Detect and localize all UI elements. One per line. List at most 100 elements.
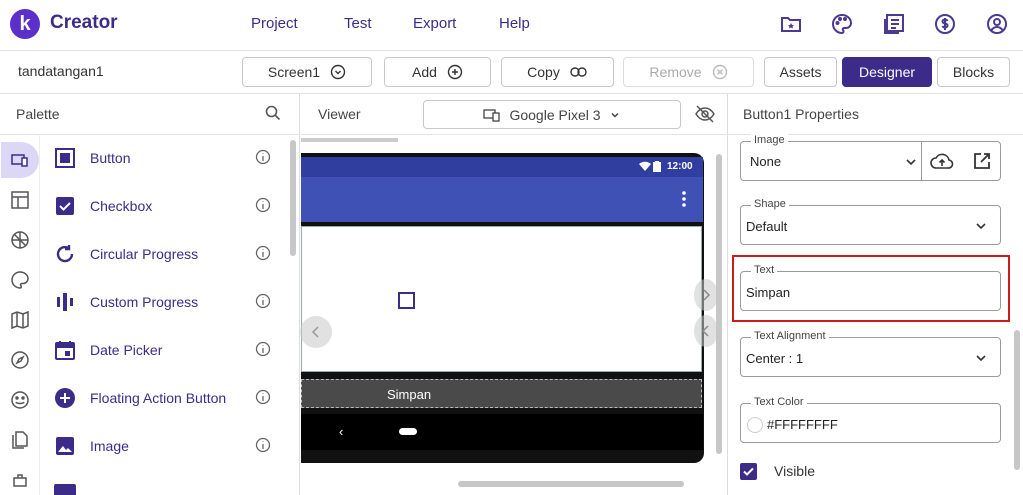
cloud-upload-icon[interactable] xyxy=(930,152,954,170)
palette-item-label: Image xyxy=(90,438,129,454)
blocks-button[interactable]: Blocks xyxy=(937,57,1010,87)
close-circle-icon xyxy=(712,64,728,80)
image-value: None xyxy=(750,154,782,169)
chevron-down-icon xyxy=(609,109,621,121)
text-color-field[interactable]: Text Color #FFFFFFFF xyxy=(740,396,1001,443)
assets-button[interactable]: Assets xyxy=(764,57,837,87)
visible-label: Visible xyxy=(774,463,815,479)
palette-item-floating-action-button[interactable]: Floating Action Button xyxy=(54,385,226,411)
palette-item-label: Button xyxy=(90,150,131,166)
menu-project[interactable]: Project xyxy=(251,15,298,32)
menu-help[interactable]: Help xyxy=(499,15,530,32)
palette-icon[interactable] xyxy=(830,12,854,36)
custom-progress-icon xyxy=(54,291,76,313)
palette-scrollbar[interactable] xyxy=(290,140,296,256)
open-external-icon[interactable] xyxy=(973,152,991,170)
viewer-vertical-scrollbar[interactable] xyxy=(716,154,722,454)
collapse-right-button[interactable] xyxy=(694,279,718,311)
menu-test[interactable]: Test xyxy=(344,15,372,32)
text-value[interactable]: Simpan xyxy=(746,285,790,300)
info-icon[interactable] xyxy=(255,149,271,165)
chevron-down-icon xyxy=(974,219,988,233)
social-icon[interactable] xyxy=(10,390,30,410)
maps-icon[interactable] xyxy=(10,310,30,330)
copy-button[interactable]: Copy xyxy=(501,57,614,87)
collapse-left-button[interactable] xyxy=(694,315,718,347)
divider xyxy=(0,134,300,135)
screen-canvas[interactable] xyxy=(301,226,702,372)
info-icon[interactable] xyxy=(255,245,271,261)
user-interface-icon[interactable] xyxy=(10,150,30,170)
button-icon xyxy=(54,147,76,169)
info-icon[interactable] xyxy=(255,197,271,213)
palette-item-label: Date Picker xyxy=(90,342,163,358)
image-field-label: Image xyxy=(751,134,788,146)
text-field-label: Text xyxy=(751,264,778,276)
info-icon[interactable] xyxy=(255,437,271,453)
storage-icon[interactable] xyxy=(10,430,30,450)
palette-item-circular-progress[interactable]: Circular Progress xyxy=(54,241,198,267)
sensors-icon[interactable] xyxy=(10,350,30,370)
text-alignment-field[interactable]: Text Alignment Center : 1 xyxy=(740,330,1001,377)
top-bar: k Creator Project Test Export Help xyxy=(0,0,1023,50)
screen-select-button[interactable]: Screen1 xyxy=(242,57,372,87)
eye-off-icon[interactable] xyxy=(694,104,716,124)
text-field[interactable]: Text Simpan xyxy=(740,264,1001,311)
fab-icon xyxy=(54,387,76,409)
copy-label: Copy xyxy=(527,64,560,80)
back-nav-icon: ‹ xyxy=(339,424,344,439)
color-swatch[interactable] xyxy=(747,417,763,433)
add-button[interactable]: Add xyxy=(384,57,491,87)
brand-name[interactable]: Creator xyxy=(50,12,118,34)
visible-checkbox[interactable] xyxy=(740,463,757,480)
text-alignment-field-label: Text Alignment xyxy=(751,330,829,342)
info-icon[interactable] xyxy=(255,293,271,309)
palette-title: Palette xyxy=(16,106,60,122)
connectivity-icon[interactable] xyxy=(10,470,30,490)
palette-item-button[interactable]: Button xyxy=(54,145,130,171)
dollar-icon[interactable] xyxy=(933,12,957,36)
image-field[interactable]: Image None xyxy=(740,134,1001,181)
plus-circle-icon xyxy=(447,64,463,80)
screen-label: Screen1 xyxy=(267,64,321,80)
media-icon[interactable] xyxy=(10,230,30,250)
search-icon[interactable] xyxy=(265,105,281,121)
shape-field-label: Shape xyxy=(751,198,789,210)
wifi-icon xyxy=(639,161,651,171)
devices-icon xyxy=(483,108,501,122)
circular-progress-icon xyxy=(54,243,76,265)
overflow-menu-icon[interactable] xyxy=(681,191,687,207)
properties-scrollbar[interactable] xyxy=(1014,330,1020,470)
properties-title: Button1 Properties xyxy=(743,106,859,122)
designer-button[interactable]: Designer xyxy=(842,57,932,87)
scroll-left-button[interactable] xyxy=(300,316,332,348)
date-picker-icon xyxy=(54,339,76,361)
text-color-field-label: Text Color xyxy=(751,396,807,408)
project-name: tandatangan1 xyxy=(18,63,104,79)
layout-icon[interactable] xyxy=(10,190,30,210)
palette-item-custom-progress[interactable]: Custom Progress xyxy=(54,289,198,315)
folder-star-icon[interactable] xyxy=(779,12,803,36)
account-icon[interactable] xyxy=(985,12,1009,36)
home-nav-icon xyxy=(399,428,417,435)
palette-item-partial[interactable] xyxy=(54,484,76,495)
checkbox-component[interactable] xyxy=(398,292,415,309)
logo-icon[interactable]: k xyxy=(10,9,40,39)
text-color-value: #FFFFFFFF xyxy=(767,417,838,432)
remove-button[interactable]: Remove xyxy=(623,57,754,87)
drawing-icon[interactable] xyxy=(10,270,30,290)
palette-item-checkbox[interactable]: Checkbox xyxy=(54,193,152,219)
phone-status-bar: 12:00 xyxy=(301,157,703,177)
viewer-horizontal-scrollbar[interactable] xyxy=(458,481,684,487)
shape-field[interactable]: Shape Default xyxy=(740,198,1001,245)
menu-export[interactable]: Export xyxy=(413,15,456,32)
chevron-down-circle-icon xyxy=(330,64,346,80)
palette-item-date-picker[interactable]: Date Picker xyxy=(54,337,162,363)
news-icon[interactable] xyxy=(882,12,906,36)
info-icon[interactable] xyxy=(255,341,271,357)
button-component-preview[interactable]: Simpan xyxy=(301,379,702,408)
info-icon[interactable] xyxy=(255,389,271,405)
device-select[interactable]: Google Pixel 3 xyxy=(423,100,681,129)
chevron-down-icon xyxy=(904,155,918,169)
palette-item-image[interactable]: Image xyxy=(54,433,129,459)
